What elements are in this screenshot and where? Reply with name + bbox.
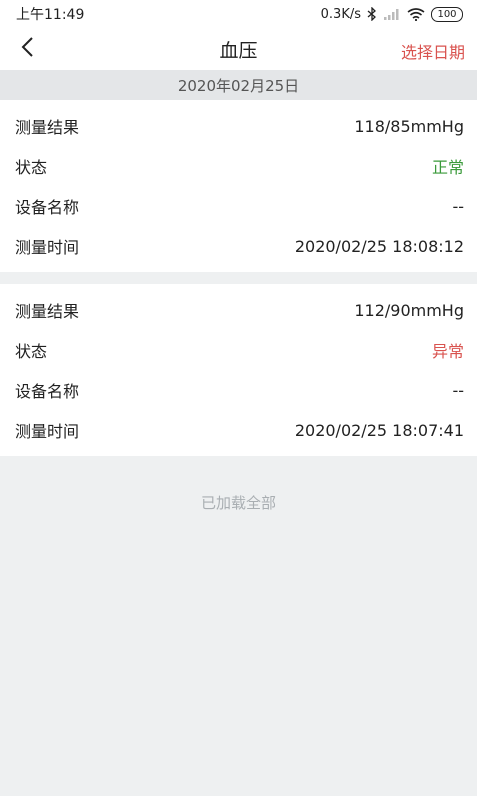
time-row: 测量时间 2020/02/25 18:07:41 xyxy=(0,410,477,450)
signal-icon xyxy=(383,8,401,20)
record-card[interactable]: 测量结果 118/85mmHg 状态 正常 设备名称 -- 测量时间 2020/… xyxy=(0,100,477,272)
device-value: -- xyxy=(452,196,464,216)
time-label: 测量时间 xyxy=(15,422,80,441)
chevron-left-icon xyxy=(20,36,34,62)
status-value: 异常 xyxy=(431,342,464,361)
result-value: 112/90mmHg xyxy=(354,300,464,320)
status-value: 正常 xyxy=(431,158,464,177)
result-label: 测量结果 xyxy=(15,302,80,321)
date-group-header: 2020年02月25日 xyxy=(0,70,477,100)
device-row: 设备名称 -- xyxy=(0,370,477,410)
network-speed: 0.3K/s xyxy=(320,6,361,22)
card-divider xyxy=(0,272,477,284)
device-label: 设备名称 xyxy=(15,198,80,217)
record-card[interactable]: 测量结果 112/90mmHg 状态 异常 设备名称 -- 测量时间 2020/… xyxy=(0,284,477,456)
device-label: 设备名称 xyxy=(15,382,80,401)
back-button[interactable] xyxy=(14,36,40,62)
status-time: 上午11:49 xyxy=(16,7,85,23)
time-value: 2020/02/25 18:08:12 xyxy=(294,236,464,256)
time-value: 2020/02/25 18:07:41 xyxy=(294,420,464,440)
status-label: 状态 xyxy=(15,158,48,177)
result-row: 测量结果 118/85mmHg xyxy=(0,106,477,146)
battery-icon: 100 xyxy=(431,6,463,22)
status-bar: 上午11:49 0.3K/s 100 xyxy=(0,0,477,28)
wifi-icon xyxy=(407,7,425,21)
status-indicators: 0.3K/s 100 xyxy=(320,6,463,22)
status-label: 状态 xyxy=(15,342,48,361)
bluetooth-icon xyxy=(367,7,377,21)
status-row: 状态 异常 xyxy=(0,330,477,370)
nav-bar: 血压 选择日期 xyxy=(0,28,477,70)
page-title: 血压 xyxy=(219,39,258,62)
device-row: 设备名称 -- xyxy=(0,186,477,226)
all-loaded-text: 已加载全部 xyxy=(200,494,276,512)
device-value: -- xyxy=(452,380,464,400)
result-label: 测量结果 xyxy=(15,118,80,137)
time-row: 测量时间 2020/02/25 18:08:12 xyxy=(0,226,477,266)
time-label: 测量时间 xyxy=(15,238,80,257)
result-row: 测量结果 112/90mmHg xyxy=(0,290,477,330)
status-row: 状态 正常 xyxy=(0,146,477,186)
select-date-button[interactable]: 选择日期 xyxy=(401,39,465,63)
result-value: 118/85mmHg xyxy=(354,116,464,136)
